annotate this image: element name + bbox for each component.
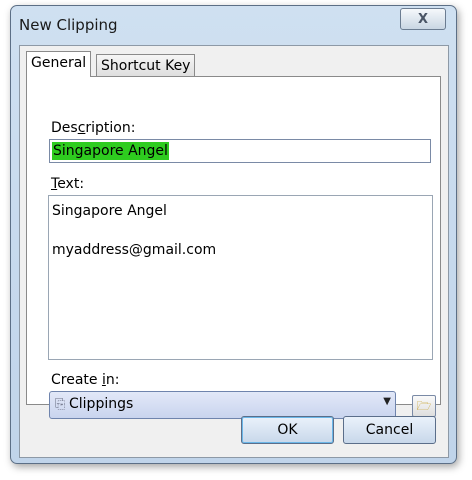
new-folder-button[interactable]: 🗁 (412, 395, 436, 417)
description-label-suffix: ription: (85, 120, 136, 136)
dialog-title: New Clipping (19, 16, 118, 34)
general-tab-panel: Description: Singapore Angel Text: Singa… (26, 76, 441, 419)
description-label-prefix: Des (51, 120, 78, 136)
create-in-label-suffix: n: (105, 372, 120, 388)
cancel-button[interactable]: Cancel (343, 416, 436, 444)
description-label: Description: (51, 120, 135, 136)
tab-general[interactable]: General (26, 51, 92, 77)
clippings-icon: ⎘ (55, 397, 66, 412)
text-label: Text: (51, 176, 84, 192)
text-area[interactable]: Singapore Angel myaddress@gmail.com (48, 195, 433, 360)
ok-button[interactable]: OK (241, 416, 334, 444)
dialog-client-area: General Shortcut Key Description: Singap… (19, 45, 449, 458)
text-line: Singapore Angel (52, 203, 167, 219)
text-label-suffix: ext: (57, 176, 85, 192)
create-in-label: Create in: (51, 372, 119, 388)
text-line: myaddress@gmail.com (52, 242, 217, 258)
description-input[interactable]: Singapore Angel (49, 139, 431, 163)
new-clipping-dialog: New Clipping X General Shortcut Key Desc… (10, 5, 457, 464)
create-in-label-prefix: Create (51, 372, 102, 388)
create-in-dropdown[interactable]: ⎘ Clippings ▼ (49, 391, 396, 419)
tab-shortcut-key[interactable]: Shortcut Key (96, 54, 196, 78)
create-in-selected: Clippings (69, 396, 134, 412)
new-folder-icon: 🗁 (416, 399, 432, 413)
close-icon: X (417, 11, 429, 27)
description-value: Singapore Angel (52, 142, 169, 160)
chevron-down-icon: ▼ (383, 396, 391, 407)
close-button[interactable]: X (400, 8, 446, 30)
